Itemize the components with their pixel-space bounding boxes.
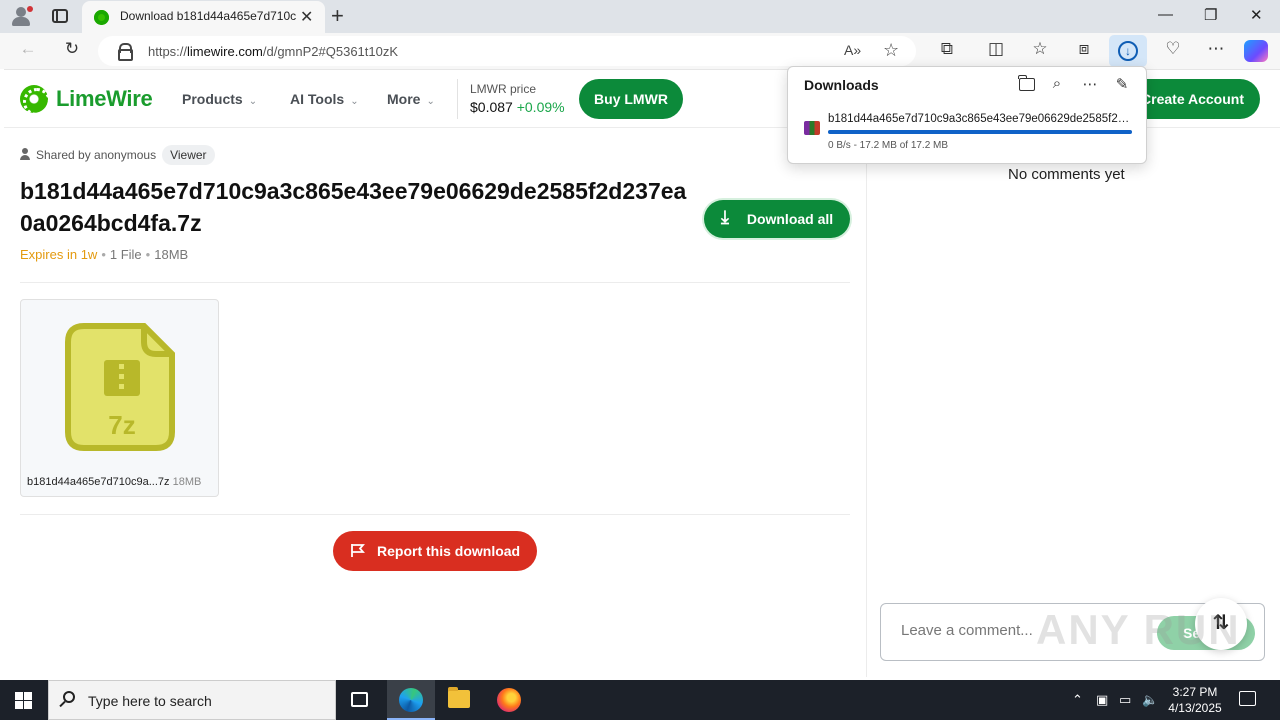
menu-more[interactable]: More ⌄	[387, 91, 435, 107]
browser-tabstrip: Download b181d44a465e7d710c9a3c865e43ee7…	[0, 0, 1280, 33]
download-all-button[interactable]: Download all	[704, 198, 850, 238]
volume-icon[interactable]: 🔈	[1142, 692, 1158, 708]
open-folder-icon[interactable]	[1018, 75, 1035, 91]
download-item-name[interactable]: b181d44a465e7d710c9a3c865e43ee79e06629de…	[828, 113, 1132, 125]
more-options-icon[interactable]: ⋯	[1204, 39, 1228, 59]
favorite-star-icon[interactable]: ☆	[883, 40, 899, 61]
archive-file-icon	[804, 121, 820, 135]
clock[interactable]: 3:27 PM 4/13/2025	[1166, 684, 1224, 716]
firefox-taskbar-button[interactable]	[485, 680, 533, 720]
profile-icon[interactable]	[10, 5, 34, 27]
site-logo-text[interactable]: LimeWire	[56, 86, 153, 112]
search-downloads-icon[interactable]: ⌕	[1047, 75, 1067, 92]
collections-icon[interactable]: ⧈	[1072, 39, 1096, 59]
folder-icon	[448, 687, 470, 708]
taskbar-search-text: Type here to search	[88, 693, 212, 709]
download-progress-fill	[828, 130, 1132, 134]
buy-lmwr-button[interactable]: Buy LMWR	[579, 79, 683, 119]
refresh-icon[interactable]: ↻	[60, 39, 84, 59]
chevron-down-icon: ⌄	[248, 96, 258, 107]
price-value: $0.087 +0.09%	[470, 99, 565, 115]
token-price: LMWR price $0.087 +0.09%	[457, 79, 565, 119]
file-card-name: b181d44a465e7d710c9a...7z 18MB	[27, 476, 202, 488]
comments-panel: No comments yet Send ⇅	[866, 128, 1280, 677]
split-screen-icon[interactable]: ◫	[984, 39, 1008, 59]
user-icon	[20, 148, 30, 160]
new-tab-icon[interactable]: +	[331, 3, 344, 29]
windows-taskbar: Type here to search ⌃ ▣ ▭ 🔈 3:27 PM 4/13…	[0, 680, 1280, 720]
downloads-button[interactable]: ↓	[1109, 35, 1147, 67]
anyrun-watermark: ANY RUN	[1036, 606, 1241, 653]
edge-taskbar-button[interactable]	[387, 680, 435, 720]
taskbar-search[interactable]: Type here to search	[48, 680, 336, 720]
archive-file-icon: 7z	[65, 323, 175, 451]
flag-icon	[351, 544, 365, 557]
chevron-down-icon: ⌄	[350, 96, 359, 107]
minimize-icon[interactable]: —	[1158, 6, 1173, 23]
file-ext-text: 7z	[108, 410, 135, 440]
browser-tab-active[interactable]: Download b181d44a465e7d710c9a3c865e43ee7…	[82, 1, 325, 33]
browser-toolbar: ← ↻ https://limewire.com/d/gmnP2#Q5361t1…	[0, 33, 1280, 69]
notifications-icon[interactable]	[1239, 691, 1256, 706]
close-window-icon[interactable]: ✕	[1250, 6, 1263, 24]
role-badge: Viewer	[162, 145, 215, 165]
search-icon	[63, 691, 75, 703]
edge-icon	[399, 688, 423, 712]
downloads-title: Downloads	[804, 77, 879, 93]
copilot-icon[interactable]	[1244, 40, 1268, 62]
show-hidden-icons-icon[interactable]: ⌃	[1072, 692, 1083, 708]
lock-icon[interactable]	[118, 43, 133, 61]
limewire-logo-icon[interactable]	[20, 85, 51, 116]
download-progress-bar	[828, 130, 1132, 134]
address-bar[interactable]: https://limewire.com/d/gmnP2#Q5361t10zK …	[98, 36, 916, 66]
task-view-icon	[351, 692, 368, 707]
device-icon[interactable]: ▣	[1096, 692, 1108, 708]
tab-title: Download b181d44a465e7d710c9a3c865e43ee7…	[120, 9, 296, 23]
tab-actions-icon[interactable]	[52, 9, 68, 23]
extensions-icon[interactable]: ⧉	[935, 39, 959, 59]
divider	[20, 282, 850, 283]
file-explorer-button[interactable]	[435, 680, 483, 720]
favorites-icon[interactable]: ☆	[1028, 39, 1052, 59]
download-arrow-icon: ↓	[1118, 41, 1138, 61]
close-tab-icon[interactable]: ✕	[300, 7, 313, 27]
report-download-button[interactable]: Report this download	[333, 531, 537, 571]
divider	[20, 514, 850, 515]
file-meta: Expires in 1w • 1 File • 18MB	[20, 247, 189, 262]
limewire-favicon-icon	[94, 10, 109, 25]
more-actions-icon[interactable]: ⋯	[1080, 75, 1100, 93]
menu-ai-tools[interactable]: AI Tools ⌄	[290, 91, 359, 107]
file-title: b181d44a465e7d710c9a3c865e43ee79e06629de…	[20, 178, 687, 236]
read-aloud-icon[interactable]: A»	[844, 42, 861, 58]
price-label: LMWR price	[470, 82, 537, 96]
browser-essentials-icon[interactable]: ♡	[1161, 39, 1185, 59]
download-icon	[720, 198, 738, 236]
firefox-icon	[497, 688, 521, 712]
shared-by: Shared by anonymous Viewer	[20, 145, 215, 167]
url-text: https://limewire.com/d/gmnP2#Q5361t10zK	[148, 44, 399, 59]
back-icon[interactable]: ←	[16, 39, 40, 59]
downloads-panel: Downloads ⌕ ⋯ ✎ b181d44a465e7d710c9a3c86…	[787, 66, 1147, 164]
pin-icon[interactable]: ✎	[1112, 75, 1132, 93]
download-status: 0 B/s - 17.2 MB of 17.2 MB	[828, 140, 949, 151]
network-icon[interactable]: ▭	[1119, 692, 1131, 708]
task-view-button[interactable]	[336, 680, 384, 720]
file-card[interactable]: 7z b181d44a465e7d710c9a...7z 18MB	[20, 299, 219, 497]
start-button[interactable]	[15, 692, 32, 709]
restore-icon[interactable]: ❐	[1204, 6, 1217, 24]
menu-products[interactable]: Products ⌄	[182, 91, 257, 107]
chevron-down-icon: ⌄	[426, 96, 435, 107]
no-comments-text: No comments yet	[1008, 166, 1125, 183]
